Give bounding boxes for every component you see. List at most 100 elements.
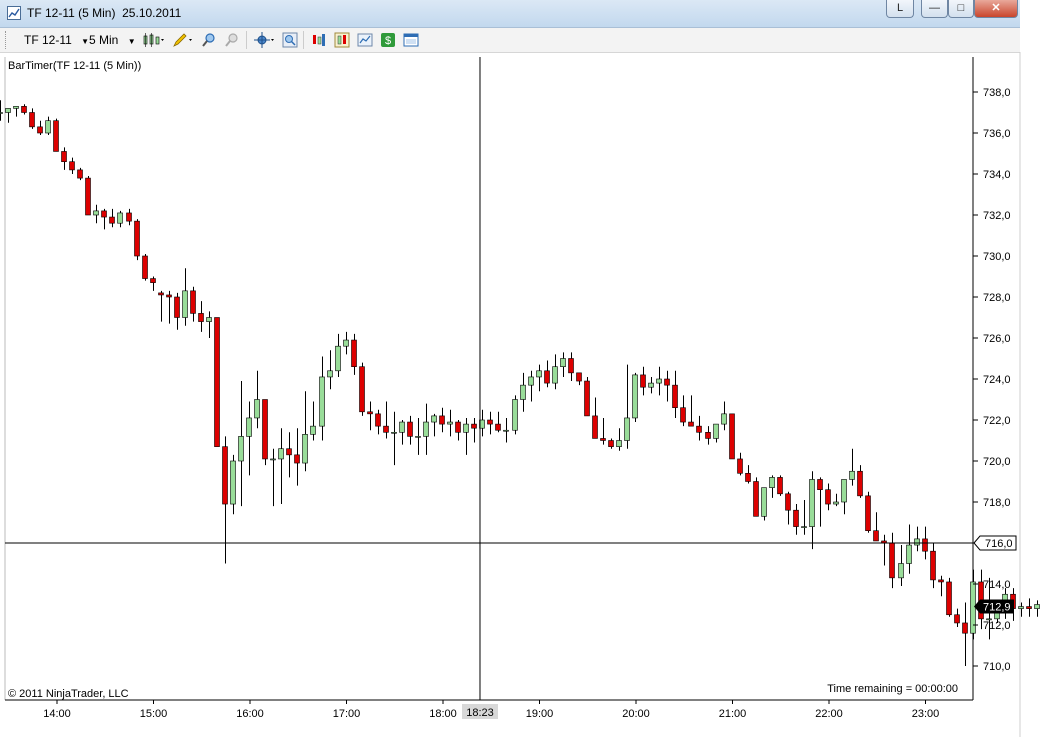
candle-body-down — [946, 581, 952, 616]
candle-body-down — [817, 479, 823, 491]
candle-body-down — [785, 493, 791, 511]
window-titlebar: TF 12-11 (5 Min) 25.10.2011 L — □ ✕ — [0, 0, 1020, 28]
window-icon[interactable] — [403, 32, 419, 48]
chart-toolbar: TF 12-11 ▼ 5 Min ▼ $ — [0, 28, 1020, 53]
candle — [142, 253, 148, 281]
price-chart[interactable]: 738,0 736,0 734,0 732,0 730,0 728,0 726,0 724,0… — [0, 52, 1041, 737]
data-box-icon[interactable] — [357, 32, 373, 48]
price-tick-label: 710,0 — [983, 661, 1011, 673]
candle-body-up — [278, 448, 284, 460]
instrument-label: TF 12-11 — [24, 33, 72, 47]
candle-body-down — [664, 378, 670, 386]
close-button[interactable]: ✕ — [974, 0, 1018, 18]
candle-body-up — [503, 429, 509, 432]
candle-body-up — [769, 477, 775, 488]
plot-area[interactable] — [5, 57, 973, 700]
maximize-button[interactable]: □ — [948, 0, 974, 18]
strategies-icon[interactable] — [334, 32, 350, 48]
candle-body-down — [61, 151, 67, 162]
instrument-selector[interactable]: TF 12-11 ▼ — [24, 31, 89, 49]
price-tick-label: 738,0 — [983, 87, 1011, 99]
candle-body-up — [713, 423, 719, 439]
candle-body-down — [367, 411, 373, 415]
candle-body-up — [624, 417, 630, 441]
time-tick-label: 17:00 — [333, 708, 361, 720]
candle — [359, 362, 365, 416]
candle-body-down — [568, 358, 574, 374]
candle-body-up — [761, 487, 767, 517]
candle-body-down — [600, 438, 606, 441]
zoom-in-icon[interactable] — [201, 32, 217, 48]
candle-body-up — [809, 479, 815, 527]
candle-body-up — [906, 544, 912, 564]
candle-body-up — [93, 210, 99, 216]
price-tick-label: 730,0 — [983, 251, 1011, 263]
candle-body-down — [672, 384, 678, 408]
candle-body-up — [841, 479, 847, 503]
crosshair-icon[interactable] — [254, 32, 276, 48]
link-button[interactable]: L — [886, 0, 914, 18]
toolbar-separator — [246, 31, 247, 49]
interval-selector[interactable]: 5 Min ▼ — [89, 31, 136, 49]
candle — [777, 475, 783, 496]
candle-body-up — [335, 345, 341, 372]
candle-body-up — [327, 370, 333, 378]
indicators-icon[interactable] — [311, 32, 327, 48]
candle-body-down — [174, 296, 180, 318]
last-price-label: 712,9 — [983, 602, 1011, 614]
candle-body-down — [495, 423, 501, 431]
candle-body-up — [849, 470, 855, 480]
candle-body-up — [117, 212, 123, 224]
candle-body-down — [214, 317, 220, 447]
candle — [85, 176, 91, 216]
candle-body-up — [656, 378, 662, 384]
time-tick-label: 23:00 — [912, 708, 940, 720]
candle-body-down — [77, 169, 83, 179]
candle-body-down — [158, 292, 164, 296]
candle-body-up — [1018, 606, 1024, 609]
candle-body-down — [375, 413, 381, 427]
candle-body-up — [648, 382, 654, 388]
candle-body-down — [753, 481, 759, 517]
candle-body-down — [1026, 606, 1032, 609]
minimize-button[interactable]: — — [921, 0, 948, 18]
price-tick-label: 732,0 — [983, 210, 1011, 222]
candle-body-down — [222, 446, 228, 505]
candle-body-up — [45, 120, 51, 134]
toolbar-grip[interactable] — [5, 31, 9, 49]
candle-body-down — [190, 290, 196, 314]
candle-body-down — [85, 177, 91, 216]
candle-body-down — [857, 470, 863, 497]
dollar-icon[interactable]: $ — [380, 32, 396, 48]
candle-body-up — [206, 317, 212, 322]
candle-body-up — [391, 431, 397, 434]
price-tick-label: 712,0 — [983, 620, 1011, 632]
candle-body-up — [319, 376, 325, 427]
candle-body-up — [536, 370, 542, 378]
drawing-pencil-icon[interactable] — [172, 32, 194, 48]
candle-body-down — [455, 421, 461, 433]
time-tick-label: 18:00 — [429, 708, 457, 720]
chart-style-icon[interactable] — [143, 32, 165, 48]
candle-body-up — [5, 108, 11, 113]
zoom-out-icon[interactable] — [224, 32, 240, 48]
candle-body-up — [914, 538, 920, 546]
time-tick-label: 14:00 — [43, 708, 71, 720]
candle — [134, 219, 140, 261]
candle — [584, 376, 590, 417]
candle-body-down — [962, 622, 968, 634]
candle-body-down — [109, 216, 115, 224]
candle-body-down — [584, 380, 590, 417]
candle-body-down — [680, 407, 686, 423]
candle-body-up — [994, 612, 1000, 620]
time-tick-label: 19:00 — [526, 708, 554, 720]
price-tick-label: 718,0 — [983, 497, 1011, 509]
candle-body-down — [873, 530, 879, 542]
candle-body-down — [745, 472, 751, 482]
properties-icon[interactable] — [282, 32, 298, 48]
interval-label: 5 Min — [89, 33, 119, 47]
candle-body-down — [544, 370, 550, 384]
candle-body-down — [688, 421, 694, 427]
candle-body-down — [359, 366, 365, 413]
candle-body-up — [230, 460, 236, 505]
